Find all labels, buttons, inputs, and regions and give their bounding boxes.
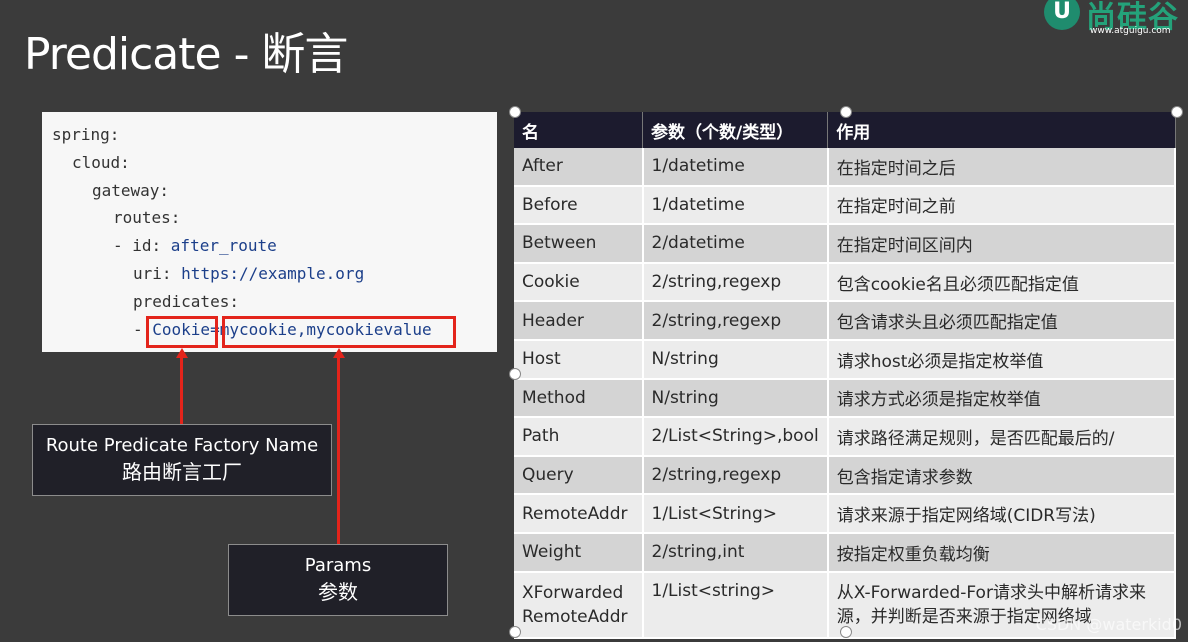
- resize-handle[interactable]: [509, 368, 521, 380]
- code-key: predicates:: [133, 292, 239, 311]
- cell-params: 2/string,regexp: [642, 262, 829, 303]
- cell-purpose: 请求方式必须是指定枚举值: [827, 378, 1177, 419]
- cell-params: 2/string,regexp: [642, 301, 829, 341]
- cell-params: 2/string,regexp: [642, 455, 829, 496]
- params-arrow: [337, 356, 340, 544]
- cell-purpose: 请求来源于指定网络域(CIDR写法): [827, 494, 1177, 534]
- code-key: gateway:: [92, 181, 170, 200]
- code-key: uri:: [133, 264, 182, 283]
- cell-params: N/string: [642, 378, 829, 419]
- cell-purpose: 在指定时间区间内: [827, 224, 1177, 264]
- predicate-table: 名 参数（个数/类型） 作用 After 1/datetime 在指定时间之后 Be…: [514, 112, 1177, 639]
- table-row: RemoteAddr 1/List<String> 请求来源于指定网络域(CIDR写…: [514, 494, 1177, 534]
- resize-handle[interactable]: [509, 106, 521, 118]
- code-line: - id: after_route: [113, 236, 277, 256]
- code-line: uri: https://example.org: [133, 264, 364, 284]
- table-row: Query 2/string,regexp 包含指定请求参数: [514, 455, 1177, 496]
- code-line: spring:: [52, 125, 119, 145]
- cell-name: Method: [514, 378, 644, 419]
- factory-label-zh: 路由断言工厂: [122, 460, 242, 484]
- cell-name: Weight: [514, 532, 644, 573]
- cell-name: RemoteAddr: [514, 494, 644, 534]
- cell-name: Path: [514, 417, 644, 457]
- cell-name: After: [514, 148, 644, 187]
- cell-params: N/string: [642, 339, 829, 380]
- watermark: CSDN @waterkid0: [1035, 615, 1182, 634]
- cell-name: Host: [514, 339, 644, 380]
- table-row: Before 1/datetime 在指定时间之前: [514, 185, 1177, 226]
- resize-handle[interactable]: [1171, 106, 1183, 118]
- code-key: cloud:: [72, 153, 130, 172]
- cell-params: 2/string,int: [642, 532, 829, 573]
- logo-url: www.atguigu.com: [1090, 26, 1171, 36]
- params-label: Params 参数: [228, 544, 448, 616]
- cell-purpose: 请求路径满足规则，是否匹配最后的/: [827, 417, 1177, 457]
- header-params: 参数（个数/类型）: [642, 112, 829, 148]
- table-row: Path 2/List<String>,bool 请求路径满足规则，是否匹配最后的/: [514, 417, 1177, 457]
- logo-mark-icon: U: [1044, 0, 1080, 30]
- cell-name: XForwarded RemoteAddr: [514, 571, 644, 639]
- code-value: https://example.org: [181, 264, 365, 283]
- code-key: routes:: [113, 208, 181, 227]
- params-label-en: Params: [304, 555, 372, 576]
- cell-purpose: 包含请求头且必须匹配指定值: [827, 301, 1177, 341]
- cell-name: Header: [514, 301, 644, 341]
- cell-purpose: 在指定时间之后: [827, 148, 1177, 187]
- header-purpose: 作用: [827, 112, 1176, 148]
- resize-handle[interactable]: [509, 626, 521, 638]
- slide-title: Predicate - 断言: [24, 29, 348, 80]
- factory-name-highlight: [146, 316, 218, 348]
- cell-params: 2/List<String>,bool: [642, 417, 829, 457]
- params-label-zh: 参数: [318, 580, 358, 604]
- code-key: - id:: [113, 236, 171, 255]
- cell-name: Before: [514, 185, 644, 226]
- cell-params: 1/datetime: [642, 185, 829, 226]
- table-row: After 1/datetime 在指定时间之后: [514, 148, 1177, 187]
- code-value: after_route: [170, 236, 277, 255]
- cell-name: Cookie: [514, 262, 644, 303]
- cell-params: 1/List<string>: [642, 571, 829, 639]
- cell-name: Query: [514, 455, 644, 496]
- code-key: spring:: [52, 125, 120, 144]
- cell-purpose: 包含指定请求参数: [827, 455, 1177, 496]
- cell-name: Between: [514, 224, 644, 264]
- params-highlight: [222, 316, 456, 348]
- cell-purpose: 包含cookie名且必须匹配指定值: [827, 262, 1177, 303]
- cell-purpose: 在指定时间之前: [827, 185, 1177, 226]
- header-name: 名: [514, 112, 643, 148]
- code-line: routes:: [113, 208, 180, 228]
- table-row: Host N/string 请求host必须是指定枚举值: [514, 339, 1177, 380]
- table-row: Method N/string 请求方式必须是指定枚举值: [514, 378, 1177, 419]
- table-row: Between 2/datetime 在指定时间区间内: [514, 224, 1177, 264]
- code-line: gateway:: [92, 181, 169, 201]
- table-row: Cookie 2/string,regexp 包含cookie名且必须匹配指定值: [514, 262, 1177, 303]
- table-row: Weight 2/string,int 按指定权重负载均衡: [514, 532, 1177, 573]
- resize-handle[interactable]: [840, 626, 852, 638]
- factory-arrow: [180, 356, 183, 424]
- code-line: predicates:: [133, 292, 239, 312]
- factory-label-en: Route Predicate Factory Name: [45, 435, 319, 456]
- cell-purpose: 请求host必须是指定枚举值: [827, 339, 1177, 380]
- cell-params: 1/datetime: [642, 148, 829, 187]
- cell-params: 1/List<String>: [642, 494, 829, 534]
- resize-handle[interactable]: [840, 106, 852, 118]
- code-line: cloud:: [72, 153, 130, 173]
- factory-name-label: Route Predicate Factory Name 路由断言工厂: [32, 424, 332, 496]
- cell-purpose: 按指定权重负载均衡: [827, 532, 1177, 573]
- cell-params: 2/datetime: [642, 224, 829, 264]
- table-row: Header 2/string,regexp 包含请求头且必须匹配指定值: [514, 301, 1177, 341]
- atguigu-logo: U 尚硅谷 www.atguigu.com: [1040, 0, 1188, 40]
